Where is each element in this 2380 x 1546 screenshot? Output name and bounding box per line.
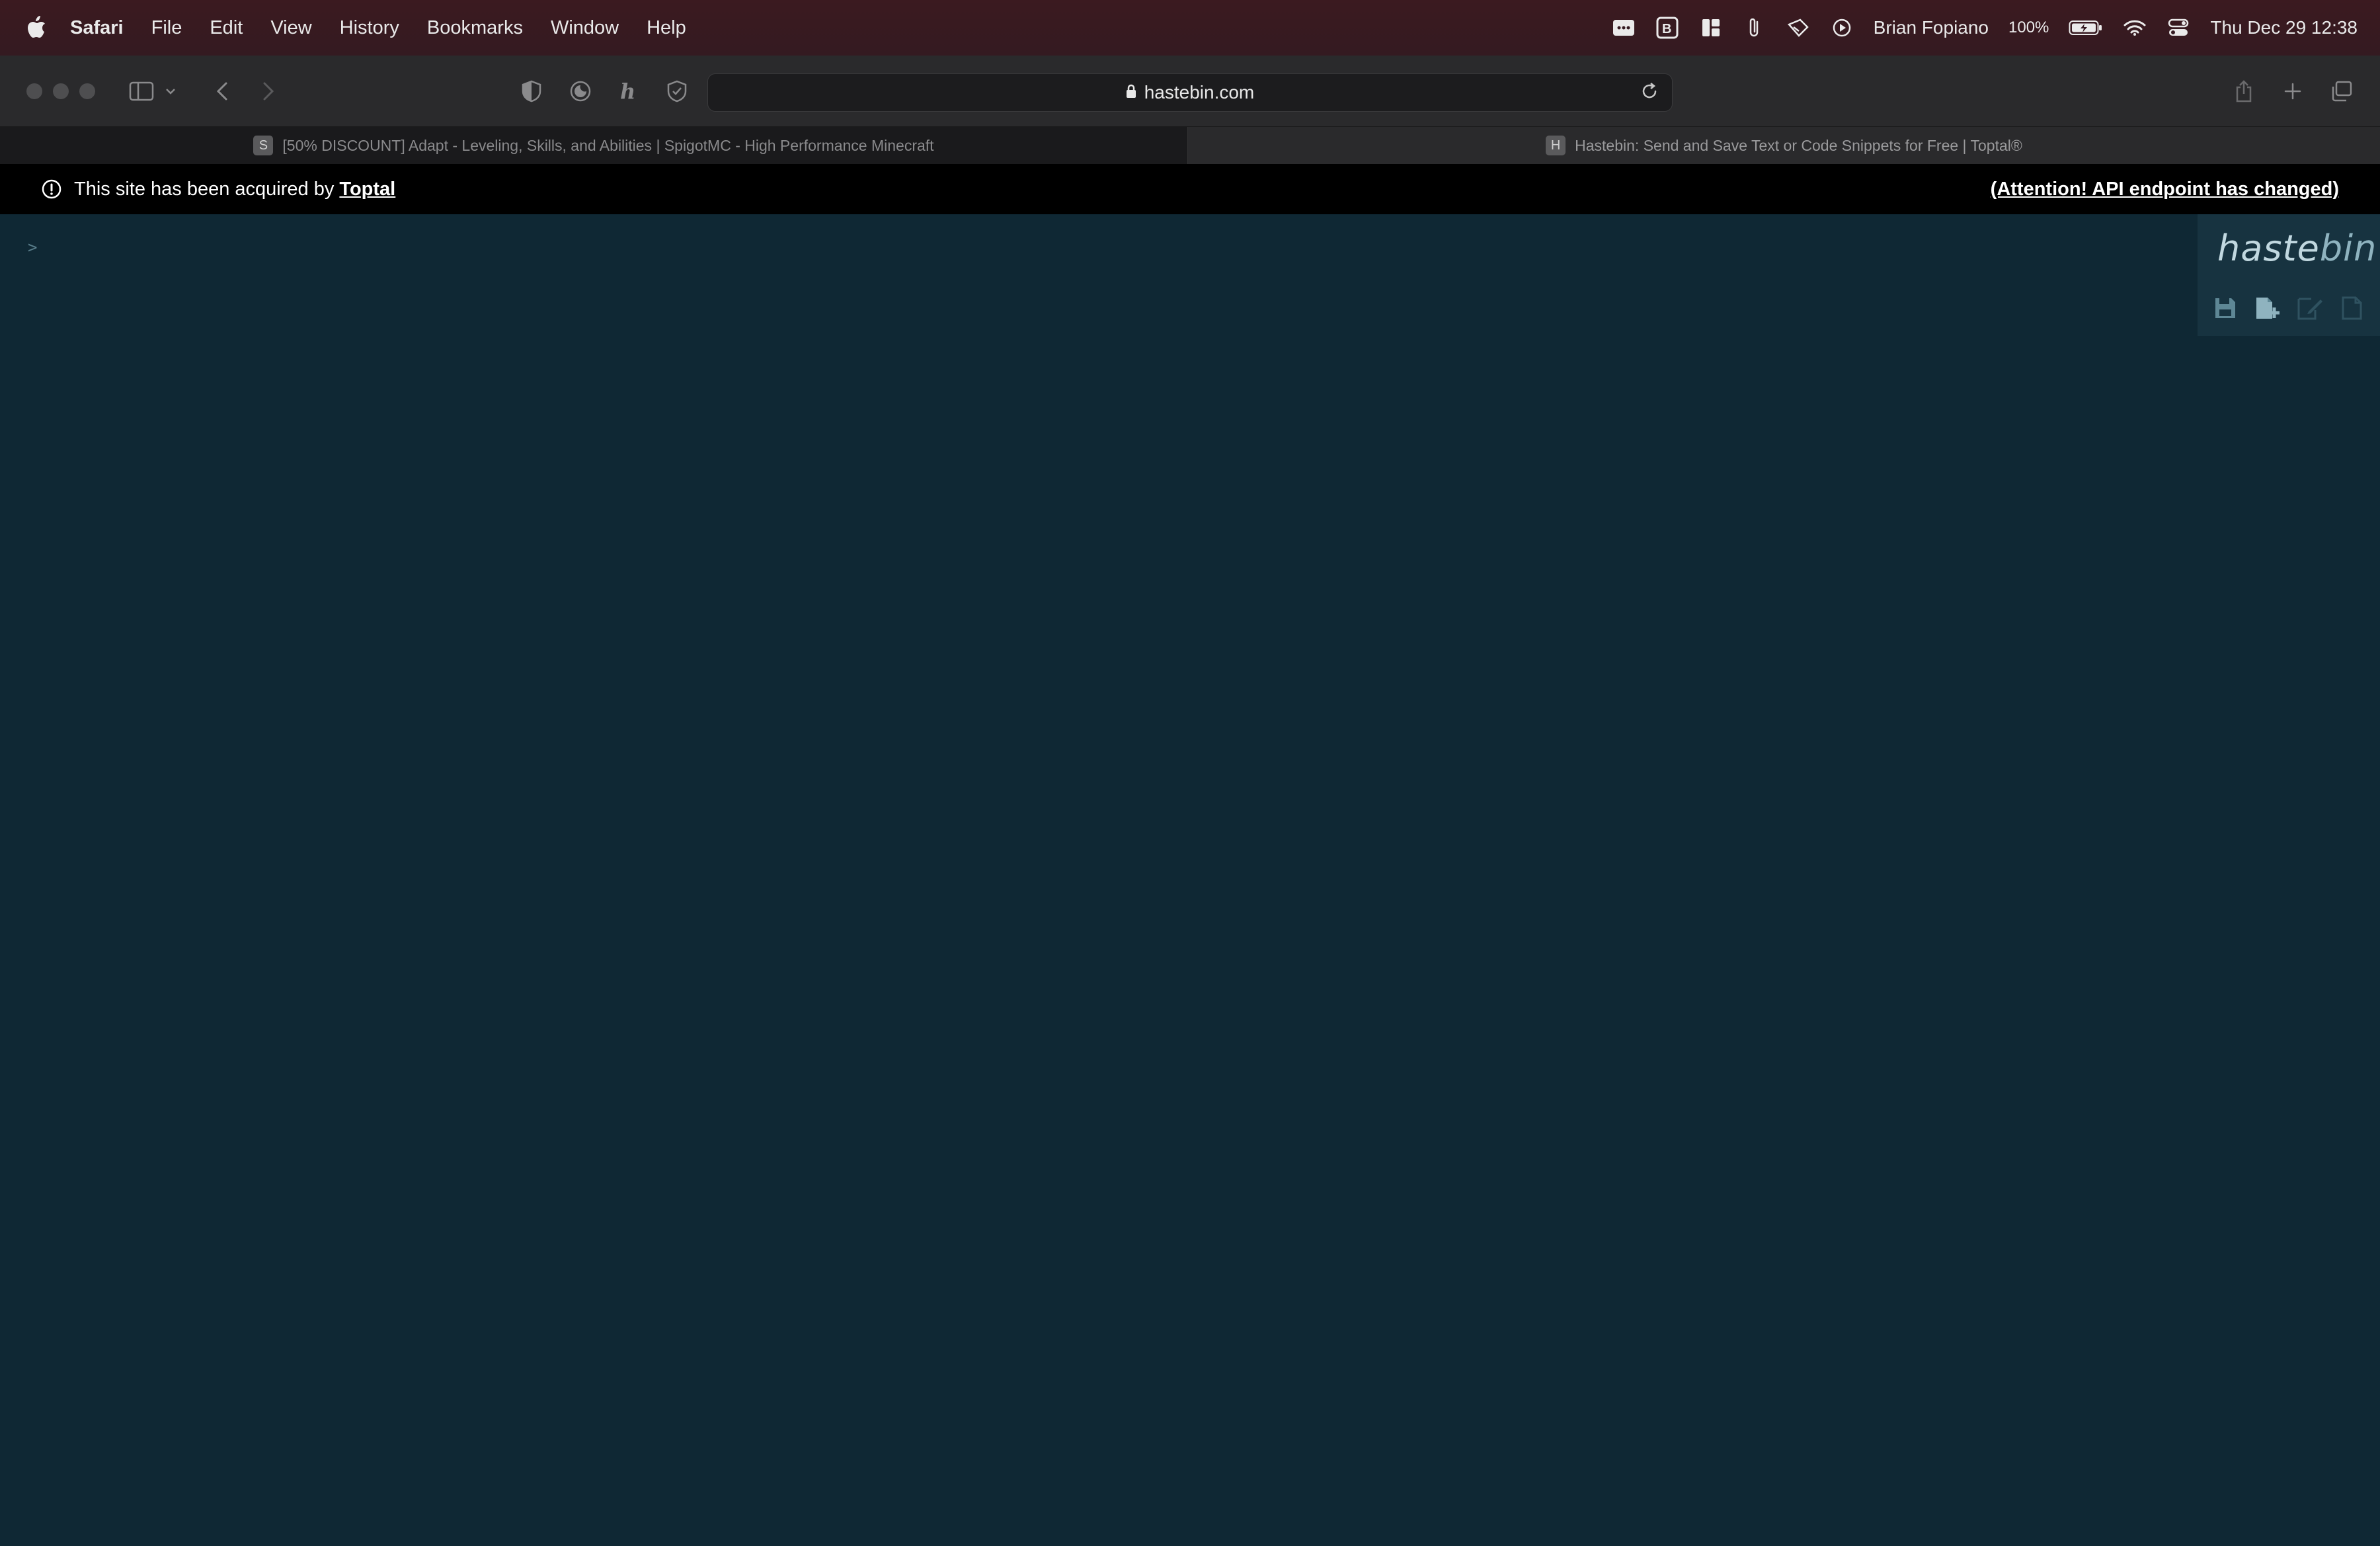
- menu-help[interactable]: Help: [647, 17, 686, 39]
- save-icon[interactable]: [2211, 294, 2240, 323]
- apple-menu-icon[interactable]: [25, 15, 46, 41]
- wifi-icon[interactable]: [2123, 16, 2147, 40]
- menu-bar: Safari File Edit View History Bookmarks …: [0, 0, 2380, 56]
- script-editor-icon[interactable]: B: [1655, 16, 1679, 40]
- info-icon: [41, 179, 62, 200]
- new-document-icon[interactable]: [2253, 294, 2282, 323]
- layout-manager-icon[interactable]: [1699, 16, 1723, 40]
- url-text[interactable]: hastebin.com: [1144, 82, 1255, 103]
- dark-mode-extension-icon[interactable]: [565, 75, 596, 107]
- menu-file[interactable]: File: [151, 17, 182, 39]
- hastebin-box: hastebin: [2198, 214, 2380, 336]
- browser-toolbar: h hastebin.com: [0, 56, 2380, 127]
- play-circle-icon[interactable]: [1830, 16, 1854, 40]
- battery-percent: 100%: [2008, 19, 2049, 36]
- raw-text-icon[interactable]: [2338, 294, 2367, 323]
- sidebar-toggle-icon[interactable]: [126, 75, 157, 107]
- cursor-tool-icon[interactable]: [1786, 16, 1810, 40]
- browser-window: h hastebin.com S [50% DISCOUNT] Adapt -: [0, 56, 2380, 1546]
- action-toolbar: [2211, 294, 2367, 323]
- user-name[interactable]: Brian Fopiano: [1874, 17, 1989, 38]
- battery-icon[interactable]: [2069, 16, 2103, 40]
- api-notice-link[interactable]: (Attention! API endpoint has changed): [1991, 179, 2339, 200]
- control-center-icon[interactable]: [2166, 16, 2190, 40]
- lock-icon: [1126, 82, 1136, 103]
- menu-history[interactable]: History: [340, 17, 399, 39]
- minimize-window-button[interactable]: [53, 83, 69, 99]
- address-bar[interactable]: hastebin.com: [707, 73, 1673, 112]
- paperclip-icon[interactable]: [1743, 16, 1766, 40]
- tab-bar: S [50% DISCOUNT] Adapt - Leveling, Skill…: [0, 127, 2380, 164]
- tab-hastebin[interactable]: H Hastebin: Send and Save Text or Code S…: [1188, 127, 2380, 164]
- code-editor[interactable]: > hastebin: [0, 214, 2380, 1546]
- menu-app-safari[interactable]: Safari: [70, 17, 124, 39]
- adblock-shield-icon[interactable]: [661, 75, 693, 107]
- clock[interactable]: Thu Dec 29 12:38: [2210, 17, 2358, 38]
- share-icon[interactable]: [2228, 75, 2260, 107]
- banner-text: This site has been acquired by: [74, 178, 335, 200]
- close-window-button[interactable]: [26, 83, 42, 99]
- svg-text:h: h: [620, 80, 635, 102]
- hastebin-favicon: H: [1546, 136, 1566, 155]
- chevron-down-icon[interactable]: [161, 75, 180, 107]
- reload-icon[interactable]: [1640, 82, 1661, 103]
- tab-overview-icon[interactable]: [2326, 75, 2358, 107]
- toptal-link[interactable]: Toptal: [339, 179, 395, 200]
- honey-extension-icon[interactable]: h: [612, 75, 644, 107]
- back-arrow-icon[interactable]: [206, 75, 238, 107]
- hastebin-logo: hastebin: [2217, 227, 2377, 269]
- menu-window[interactable]: Window: [551, 17, 619, 39]
- menu-edit[interactable]: Edit: [210, 17, 243, 39]
- tab-title: Hastebin: Send and Save Text or Code Sni…: [1575, 136, 2022, 154]
- new-tab-plus-icon[interactable]: [2277, 75, 2309, 107]
- privacy-shield-icon[interactable]: [516, 75, 547, 107]
- dots-menu-icon[interactable]: [1612, 16, 1636, 40]
- svg-text:B: B: [1662, 22, 1671, 36]
- menu-bookmarks[interactable]: Bookmarks: [427, 17, 523, 39]
- tab-title: [50% DISCOUNT] Adapt - Leveling, Skills,…: [282, 136, 934, 154]
- duplicate-edit-icon[interactable]: [2295, 294, 2324, 323]
- spigot-favicon: S: [253, 136, 274, 155]
- zoom-window-button[interactable]: [79, 83, 95, 99]
- tab-spigotmc[interactable]: S [50% DISCOUNT] Adapt - Leveling, Skill…: [0, 127, 1188, 164]
- forward-arrow-icon[interactable]: [253, 75, 284, 107]
- line-prompt: >: [28, 238, 38, 257]
- acquisition-banner: This site has been acquired by Toptal (A…: [0, 164, 2380, 214]
- menu-view[interactable]: View: [270, 17, 311, 39]
